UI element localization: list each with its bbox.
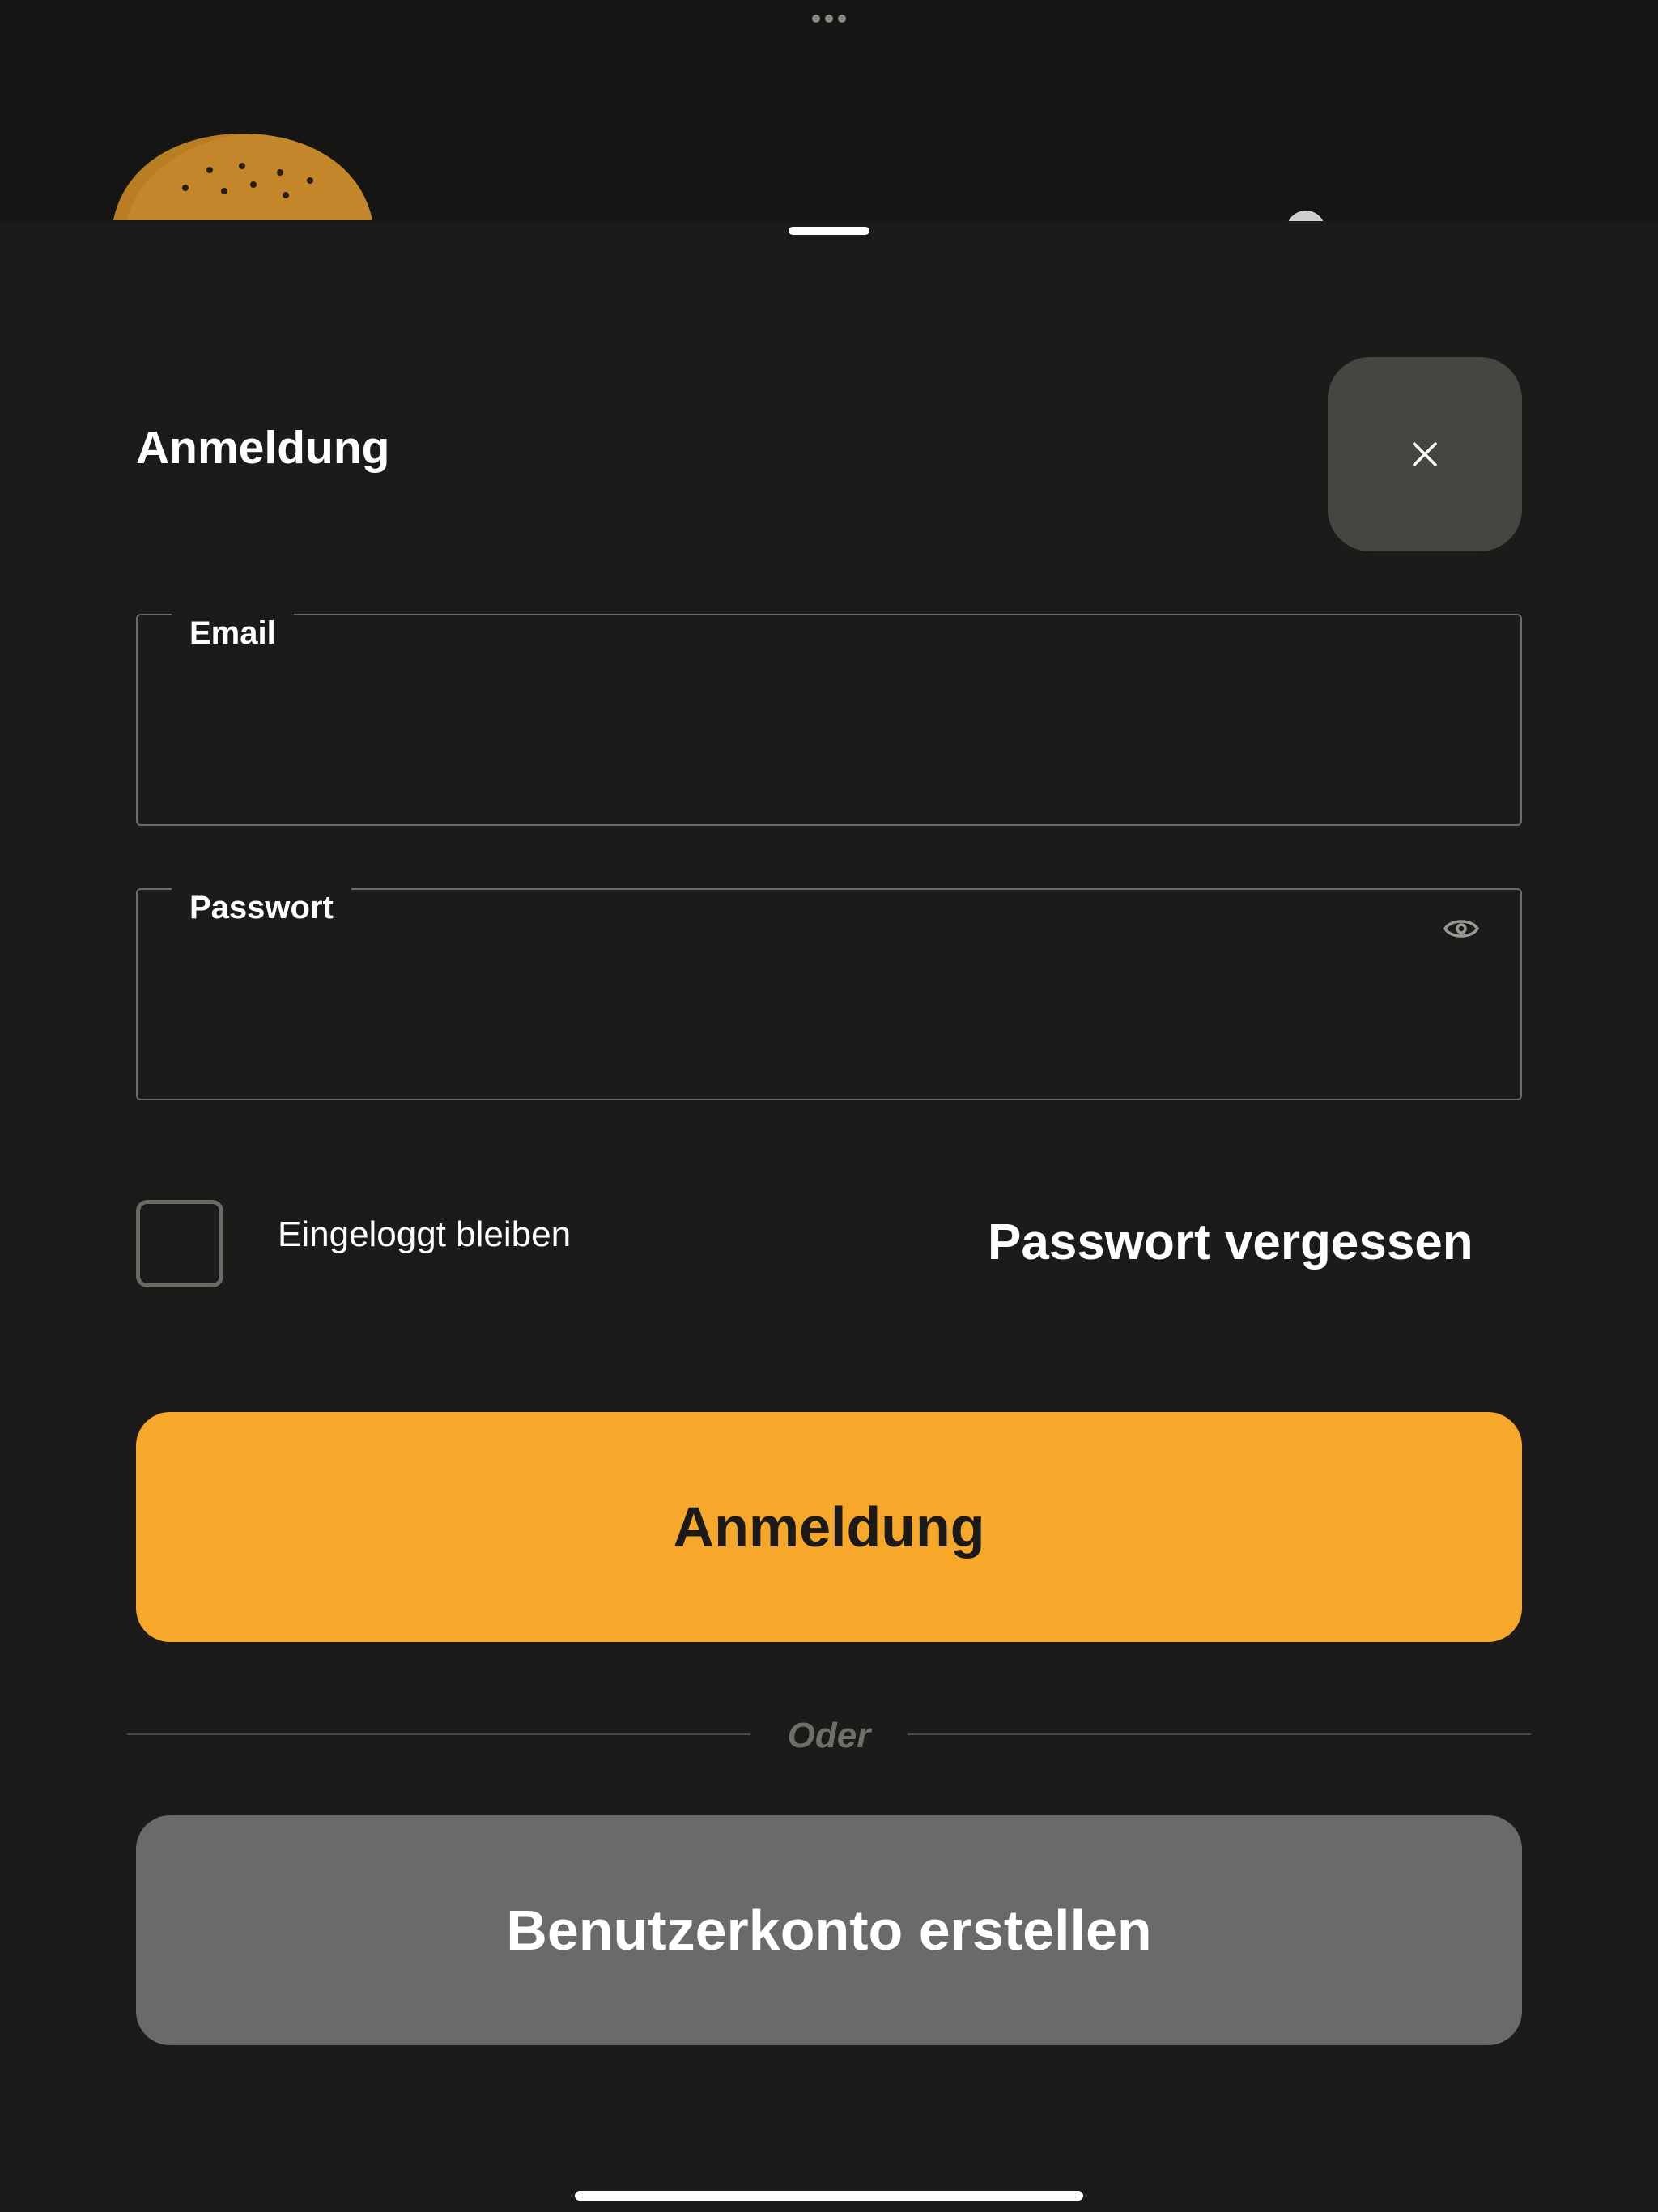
eye-icon[interactable]: [1443, 914, 1480, 943]
close-button[interactable]: [1328, 357, 1522, 551]
background-app: [0, 0, 1658, 241]
password-input[interactable]: [188, 963, 1423, 1037]
login-sheet: Anmeldung Email Passwort Eingeloggt blei…: [0, 221, 1658, 2212]
divider-left: [127, 1733, 750, 1735]
login-button[interactable]: Anmeldung: [136, 1412, 1522, 1642]
create-account-button[interactable]: Benutzerkonto erstellen: [136, 1815, 1522, 2045]
close-icon: [1413, 442, 1437, 466]
burger-bun-logo: [113, 134, 372, 220]
email-input[interactable]: [188, 688, 1423, 763]
password-field[interactable]: Passwort: [136, 885, 1522, 1100]
forgot-password-link[interactable]: Passwort vergessen: [988, 1213, 1473, 1273]
login-button-label: Anmeldung: [673, 1495, 985, 1559]
divider-right: [908, 1733, 1531, 1735]
home-indicator: [575, 2191, 1083, 2201]
ellipsis-icon[interactable]: [810, 12, 848, 25]
password-label: Passwort: [172, 885, 351, 930]
create-account-label: Benutzerkonto erstellen: [506, 1899, 1152, 1962]
remember-label[interactable]: Eingeloggt bleiben: [278, 1210, 571, 1259]
sheet-grabber[interactable]: [789, 227, 869, 235]
remember-checkbox[interactable]: [136, 1200, 223, 1287]
email-field[interactable]: Email: [136, 610, 1522, 826]
email-label: Email: [172, 610, 294, 656]
divider-label: Oder: [787, 1716, 871, 1755]
sheet-title: Anmeldung: [136, 422, 390, 474]
